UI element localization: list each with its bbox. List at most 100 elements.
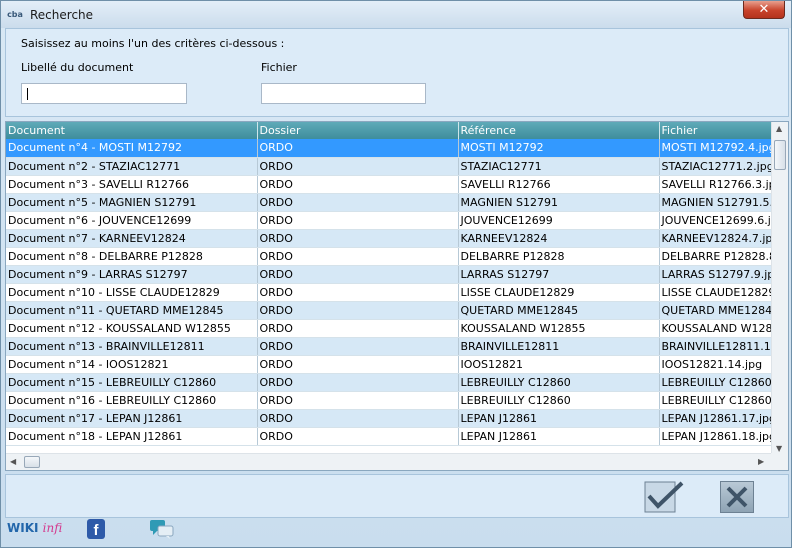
cell-document: Document n°15 - LEBREUILLY C12860 (6, 373, 258, 392)
table-row[interactable]: Document n°14 - IOOS12821 ORDO IOOS12821 IO… (6, 355, 773, 374)
table-row[interactable]: Document n°13 - BRAINVILLE12811 ORDO BRAIN… (6, 337, 773, 356)
cell-dossier: ORDO (257, 337, 459, 356)
cell-dossier: ORDO (257, 247, 459, 266)
cell-reference: SAVELLI R12766 (458, 175, 660, 194)
cell-dossier: ORDO (257, 283, 459, 302)
cell-reference: LEPAN J12861 (458, 427, 660, 446)
cell-dossier: ORDO (257, 355, 459, 374)
x-icon (726, 486, 748, 508)
cell-dossier: ORDO (257, 193, 459, 212)
criteria-panel: Saisissez au moins l'un des critères ci-… (5, 28, 789, 117)
cell-dossier: ORDO (257, 211, 459, 230)
cell-reference: DELBARRE P12828 (458, 247, 660, 266)
cell-fichier: IOOS12821.14.jpg (659, 355, 773, 374)
table-row[interactable]: Document n°16 - LEBREUILLY C12860 ORDO LEB… (6, 391, 773, 410)
cell-document: Document n°10 - LISSE CLAUDE12829 (6, 283, 258, 302)
table-row[interactable]: Document n°8 - DELBARRE P12828 ORDO DELBAR… (6, 247, 773, 266)
cell-document: Document n°18 - LEPAN J12861 (6, 427, 258, 446)
cell-document: Document n°11 - QUETARD MME12845 (6, 301, 258, 320)
cell-reference: IOOS12821 (458, 355, 660, 374)
table-row[interactable]: Document n°10 - LISSE CLAUDE12829 ORDO LIS… (6, 283, 773, 302)
cell-fichier: KARNEEV12824.7.jpg (659, 229, 773, 248)
column-header-reference[interactable]: Référence (458, 122, 660, 139)
cell-fichier: QUETARD MME12845. (659, 301, 773, 320)
table-row[interactable]: Document n°12 - KOUSSALAND W12855 ORDO KOU… (6, 319, 773, 338)
cell-fichier: LARRAS S12797.9.jpg (659, 265, 773, 284)
table-row[interactable]: Document n°9 - LARRAS S12797 ORDO LARRAS S… (6, 265, 773, 284)
chat-icon[interactable] (149, 519, 175, 539)
cell-reference: LEBREUILLY C12860 (458, 373, 660, 392)
criteria-heading: Saisissez au moins l'un des critères ci-… (21, 37, 285, 50)
cell-reference: KOUSSALAND W12855 (458, 319, 660, 338)
horizontal-scroll-thumb[interactable] (24, 456, 40, 468)
title-bar[interactable]: cba Recherche ✕ (1, 1, 791, 28)
wiki-text: WIKI (7, 521, 39, 535)
cell-reference: LARRAS S12797 (458, 265, 660, 284)
cell-document: Document n°8 - DELBARRE P12828 (6, 247, 258, 266)
table-row[interactable]: Document n°15 - LEBREUILLY C12860 ORDO LEB… (6, 373, 773, 392)
cell-fichier: LEPAN J12861.17.jpg (659, 409, 773, 428)
cell-fichier: MAGNIEN S12791.5.jpg (659, 193, 773, 212)
cell-dossier: ORDO (257, 391, 459, 410)
table-row[interactable]: Document n°17 - LEPAN J12861 ORDO LEPAN J1… (6, 409, 773, 428)
column-header-document[interactable]: Document (6, 122, 258, 139)
cell-reference: MOSTI M12792 (458, 139, 660, 158)
scroll-down-icon[interactable]: ▼ (776, 444, 782, 453)
cell-fichier: LEPAN J12861.18.jpg (659, 427, 773, 446)
facebook-icon[interactable]: f (87, 519, 105, 539)
scrollbar-corner (771, 453, 788, 470)
cell-dossier: ORDO (257, 229, 459, 248)
cancel-button[interactable] (720, 481, 754, 513)
cell-fichier: LEBREUILLY C12860.1 (659, 373, 773, 392)
fichier-input[interactable] (261, 83, 426, 104)
window-title: Recherche (30, 7, 94, 22)
table-row[interactable]: Document n°5 - MAGNIEN S12791 ORDO MAGNIEN… (6, 193, 773, 212)
cell-fichier: BRAINVILLE12811.13.j (659, 337, 773, 356)
cell-reference: LEPAN J12861 (458, 409, 660, 428)
document-label: Libellé du document (21, 61, 134, 74)
cell-dossier: ORDO (257, 139, 459, 158)
cell-dossier: ORDO (257, 409, 459, 428)
cell-dossier: ORDO (257, 319, 459, 338)
cell-fichier: SAVELLI R12766.3.jpg (659, 175, 773, 194)
cell-reference: JOUVENCE12699 (458, 211, 660, 230)
table-row[interactable]: Document n°7 - KARNEEV12824 ORDO KARNEEV12… (6, 229, 773, 248)
cell-reference: QUETARD MME12845 (458, 301, 660, 320)
cell-fichier: JOUVENCE12699.6.jpg (659, 211, 773, 230)
scroll-up-icon[interactable]: ▲ (776, 124, 782, 133)
table-row[interactable]: Document n°4 - MOSTI M12792 ORDO MOSTI M12… (6, 139, 773, 158)
search-window: cba Recherche ✕ Saisissez au moins l'un … (0, 0, 792, 548)
table-row[interactable]: Document n°3 - SAVELLI R12766 ORDO SAVELLI… (6, 175, 773, 194)
table-row[interactable]: Document n°6 - JOUVENCE12699 ORDO JOUVENCE… (6, 211, 773, 230)
cell-document: Document n°16 - LEBREUILLY C12860 (6, 391, 258, 410)
vertical-scroll-thumb[interactable] (774, 140, 786, 170)
cell-reference: STAZIAC12771 (458, 157, 660, 176)
cell-fichier: KOUSSALAND W12855 (659, 319, 773, 338)
vertical-scrollbar[interactable]: ▲ ▼ (771, 122, 788, 455)
table-row[interactable]: Document n°2 - STAZIAC12771 ORDO STAZIAC12… (6, 157, 773, 176)
table-row[interactable]: Document n°18 - LEPAN J12861 ORDO LEPAN J1… (6, 427, 773, 446)
column-header-dossier[interactable]: Dossier (257, 122, 459, 139)
close-button[interactable]: ✕ (743, 1, 785, 19)
cell-reference: MAGNIEN S12791 (458, 193, 660, 212)
cell-dossier: ORDO (257, 157, 459, 176)
cell-dossier: ORDO (257, 175, 459, 194)
results-grid: Document Dossier Référence Fichier Docum… (5, 121, 789, 471)
horizontal-scrollbar[interactable]: ◀ ▶ (6, 453, 772, 470)
cell-document: Document n°6 - JOUVENCE12699 (6, 211, 258, 230)
scroll-left-icon[interactable]: ◀ (10, 457, 16, 466)
cell-document: Document n°3 - SAVELLI R12766 (6, 175, 258, 194)
ok-button[interactable] (644, 481, 684, 513)
cell-reference: LEBREUILLY C12860 (458, 391, 660, 410)
cell-fichier: LISSE CLAUDE12829.1 (659, 283, 773, 302)
cell-dossier: ORDO (257, 265, 459, 284)
document-input[interactable] (21, 83, 187, 104)
close-icon: ✕ (758, 2, 770, 17)
scroll-right-icon[interactable]: ▶ (758, 457, 764, 466)
wiki-infi-link[interactable]: WIKI infi (7, 521, 62, 535)
cell-document: Document n°17 - LEPAN J12861 (6, 409, 258, 428)
table-row[interactable]: Document n°11 - QUETARD MME12845 ORDO QUET… (6, 301, 773, 320)
checkmark-icon (644, 481, 684, 513)
column-header-fichier[interactable]: Fichier (659, 122, 773, 139)
cell-fichier: MOSTI M12792.4.jpg (659, 139, 773, 158)
